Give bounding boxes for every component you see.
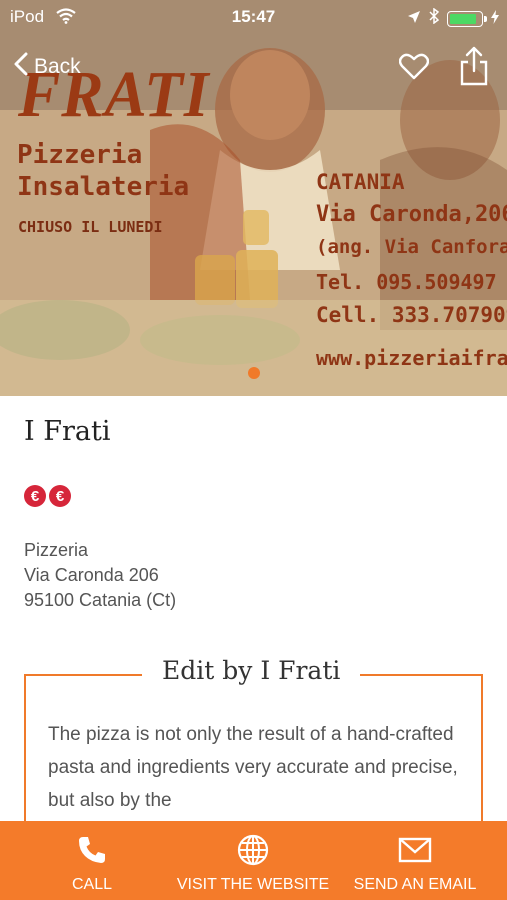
mail-icon	[398, 834, 432, 866]
hero-street: Via Caronda,206	[316, 202, 507, 227]
hero-line-insalateria: Insalateria	[17, 172, 190, 202]
restaurant-info: Pizzeria Via Caronda 206 95100 Catania (…	[24, 538, 176, 613]
action-bar: CALL VISIT THE WEBSITE SEND AN EMAIL	[0, 821, 507, 900]
status-bar: iPod 15:47	[0, 0, 507, 34]
email-label: SEND AN EMAIL	[353, 876, 477, 893]
phone-icon	[77, 834, 107, 866]
edit-section-text: The pizza is not only the result of a ha…	[48, 724, 458, 811]
euro-badge: €	[24, 485, 46, 507]
address-line-2: 95100 Catania (Ct)	[24, 590, 177, 610]
share-icon	[459, 46, 489, 90]
hero-web: www.pizzeriaifrati	[316, 346, 507, 370]
battery-level	[450, 13, 476, 24]
address-line-1: Via Caronda 206	[24, 565, 159, 585]
bluetooth-icon	[429, 7, 440, 29]
charging-icon	[491, 9, 499, 29]
euro-badge: €	[49, 485, 71, 507]
battery-icon	[447, 10, 487, 27]
call-label: CALL	[71, 876, 113, 893]
hero-line-pizzeria: Pizzeria	[17, 140, 143, 170]
back-label: Back	[34, 55, 81, 78]
hero-closed-day: CHIUSO IL LUNEDI	[18, 218, 163, 236]
hero-image[interactable]: iPod 15:47 FRATI Pizzeria Insalateria CH…	[0, 0, 507, 396]
hero-tel: Tel. 095.509497	[316, 270, 497, 294]
call-button[interactable]: CALL	[44, 821, 140, 900]
favorite-button[interactable]	[398, 52, 430, 85]
price-rating: € €	[24, 485, 71, 507]
hero-corner: (ang. Via Canfora)	[316, 236, 507, 258]
globe-icon	[237, 834, 269, 866]
carousel-page-indicator[interactable]	[248, 367, 260, 379]
location-arrow-icon	[407, 9, 421, 29]
back-chevron-icon	[14, 52, 28, 82]
restaurant-name: I Frati	[24, 416, 111, 447]
share-button[interactable]	[459, 46, 489, 91]
restaurant-category: Pizzeria	[24, 540, 89, 560]
email-button[interactable]: SEND AN EMAIL	[346, 821, 484, 900]
back-button[interactable]: Back	[14, 52, 81, 82]
hero-city: CATANIA	[316, 170, 405, 194]
hero-cell: Cell. 333.7079090	[316, 303, 507, 327]
heart-icon	[398, 53, 430, 84]
edit-section-title: Edit by I Frati	[142, 656, 361, 685]
website-label: VISIT THE WEBSITE	[176, 876, 330, 893]
website-button[interactable]: VISIT THE WEBSITE	[170, 821, 336, 900]
